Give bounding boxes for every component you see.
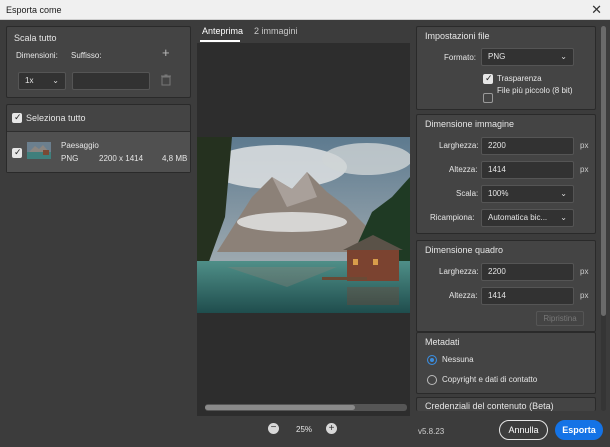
image-height-unit: px — [580, 165, 589, 174]
metadata-copyright-radio[interactable] — [427, 375, 437, 385]
zoom-in-icon[interactable]: + — [326, 423, 337, 434]
resample-select[interactable]: Automatica bic... ⌄ — [481, 209, 574, 227]
image-width-label: Larghezza: — [439, 141, 479, 150]
image-height-label: Altezza: — [449, 165, 478, 174]
canvas-height-input[interactable]: 1414 — [481, 287, 574, 305]
image-width-unit: px — [580, 141, 589, 150]
content-credentials-title: Credenziali del contenuto (Beta) — [425, 401, 554, 411]
dialog-body: Scala tutto Dimensioni: Suffisso: + 1x ⌄… — [0, 20, 610, 447]
scale-all-title: Scala tutto — [14, 33, 57, 43]
transparency-checkbox[interactable] — [483, 73, 493, 84]
right-scrollbar[interactable] — [601, 26, 606, 411]
image-size-panel: Dimensione immagine Larghezza: 2200 px A… — [416, 114, 596, 234]
metadata-copyright-label: Copyright e dati di contatto — [442, 375, 538, 384]
asset-thumbnail — [27, 142, 51, 161]
select-all-label: Seleziona tutto — [26, 113, 86, 123]
asset-filesize: 4,8 MB — [162, 154, 188, 163]
smaller-file-label: File più piccolo (8 bit) — [497, 86, 573, 95]
image-size-title: Dimensione immagine — [425, 119, 515, 129]
zoom-level: 25% — [296, 425, 313, 434]
metadata-none-radio[interactable] — [427, 355, 437, 365]
asset-list-panel: Seleziona tutto Paesaggio PNG 2200 x 141… — [6, 104, 191, 173]
asset-dimensions: 2200 x 1414 — [99, 154, 144, 163]
chevron-down-icon: ⌄ — [560, 52, 567, 61]
metadata-title: Metadati — [425, 337, 460, 347]
suffix-input[interactable] — [72, 72, 150, 90]
file-settings-title: Impostazioni file — [425, 31, 490, 41]
close-icon[interactable]: ✕ — [591, 2, 602, 18]
canvas-height-unit: px — [580, 291, 589, 300]
file-settings-panel: Impostazioni file Formato: PNG ⌄ Traspar… — [416, 26, 596, 110]
content-credentials-panel: Credenziali del contenuto (Beta) — [416, 397, 596, 411]
preview-scrollbar-thumb[interactable] — [205, 405, 355, 410]
asset-name: Paesaggio — [61, 141, 99, 150]
asset-format: PNG — [61, 154, 79, 163]
tab-images[interactable]: 2 immagini — [254, 26, 298, 36]
metadata-none-label: Nessuna — [442, 355, 474, 364]
export-button[interactable]: Esporta — [555, 420, 603, 440]
format-label: Formato: — [444, 53, 477, 62]
preview-canvas — [197, 43, 410, 416]
image-width-input[interactable]: 2200 — [481, 137, 574, 155]
chevron-down-icon: ⌄ — [560, 213, 567, 222]
canvas-size-panel: Dimensione quadro Larghezza: 2200 px Alt… — [416, 240, 596, 332]
asset-row[interactable]: Paesaggio PNG 2200 x 1414 4,8 MB — [7, 132, 190, 172]
canvas-size-title: Dimensione quadro — [425, 245, 504, 255]
canvas-height-label: Altezza: — [449, 291, 478, 300]
format-select[interactable]: PNG ⌄ — [481, 48, 574, 66]
trash-icon[interactable] — [161, 74, 171, 88]
tab-active-underline — [200, 40, 240, 42]
transparency-label: Trasparenza — [497, 74, 542, 83]
tab-preview[interactable]: Anteprima — [202, 26, 243, 36]
version-label: v5.8.23 — [418, 427, 445, 436]
canvas-width-unit: px — [580, 267, 589, 276]
scale-select-value: 1x — [25, 76, 34, 85]
canvas-width-label: Larghezza: — [439, 267, 479, 276]
scale-select[interactable]: 1x ⌄ — [18, 72, 66, 90]
window-title: Esporta come — [6, 5, 62, 15]
metadata-panel: Metadati Nessuna Copyright e dati di con… — [416, 332, 596, 394]
zoom-out-icon[interactable]: − — [268, 423, 279, 434]
title-bar: Esporta come ✕ — [0, 0, 610, 20]
canvas-width-input[interactable]: 2200 — [481, 263, 574, 281]
resample-label: Ricampiona: — [430, 213, 475, 222]
smaller-file-checkbox[interactable] — [483, 93, 493, 103]
preview-image — [197, 137, 410, 313]
chevron-down-icon: ⌄ — [560, 189, 567, 198]
resample-value: Automatica bic... — [488, 213, 548, 222]
dimensions-label: Dimensioni: — [16, 51, 58, 60]
right-scrollbar-thumb[interactable] — [601, 26, 606, 316]
add-scale-icon[interactable]: + — [162, 45, 170, 60]
asset-checkbox[interactable] — [12, 147, 22, 158]
image-height-input[interactable]: 1414 — [481, 161, 574, 179]
chevron-down-icon: ⌄ — [52, 76, 59, 85]
preview-scrollbar[interactable] — [205, 404, 407, 411]
format-select-value: PNG — [488, 52, 506, 61]
suffix-label: Suffisso: — [71, 51, 102, 60]
cancel-button[interactable]: Annulla — [499, 420, 548, 440]
scale-label: Scala: — [456, 189, 479, 198]
scale-all-panel: Scala tutto Dimensioni: Suffisso: + 1x ⌄ — [6, 26, 191, 98]
reset-button[interactable]: Ripristina — [536, 311, 584, 326]
select-all-checkbox[interactable] — [12, 112, 22, 123]
image-scale-select[interactable]: 100% ⌄ — [481, 185, 574, 203]
image-scale-value: 100% — [488, 189, 509, 198]
